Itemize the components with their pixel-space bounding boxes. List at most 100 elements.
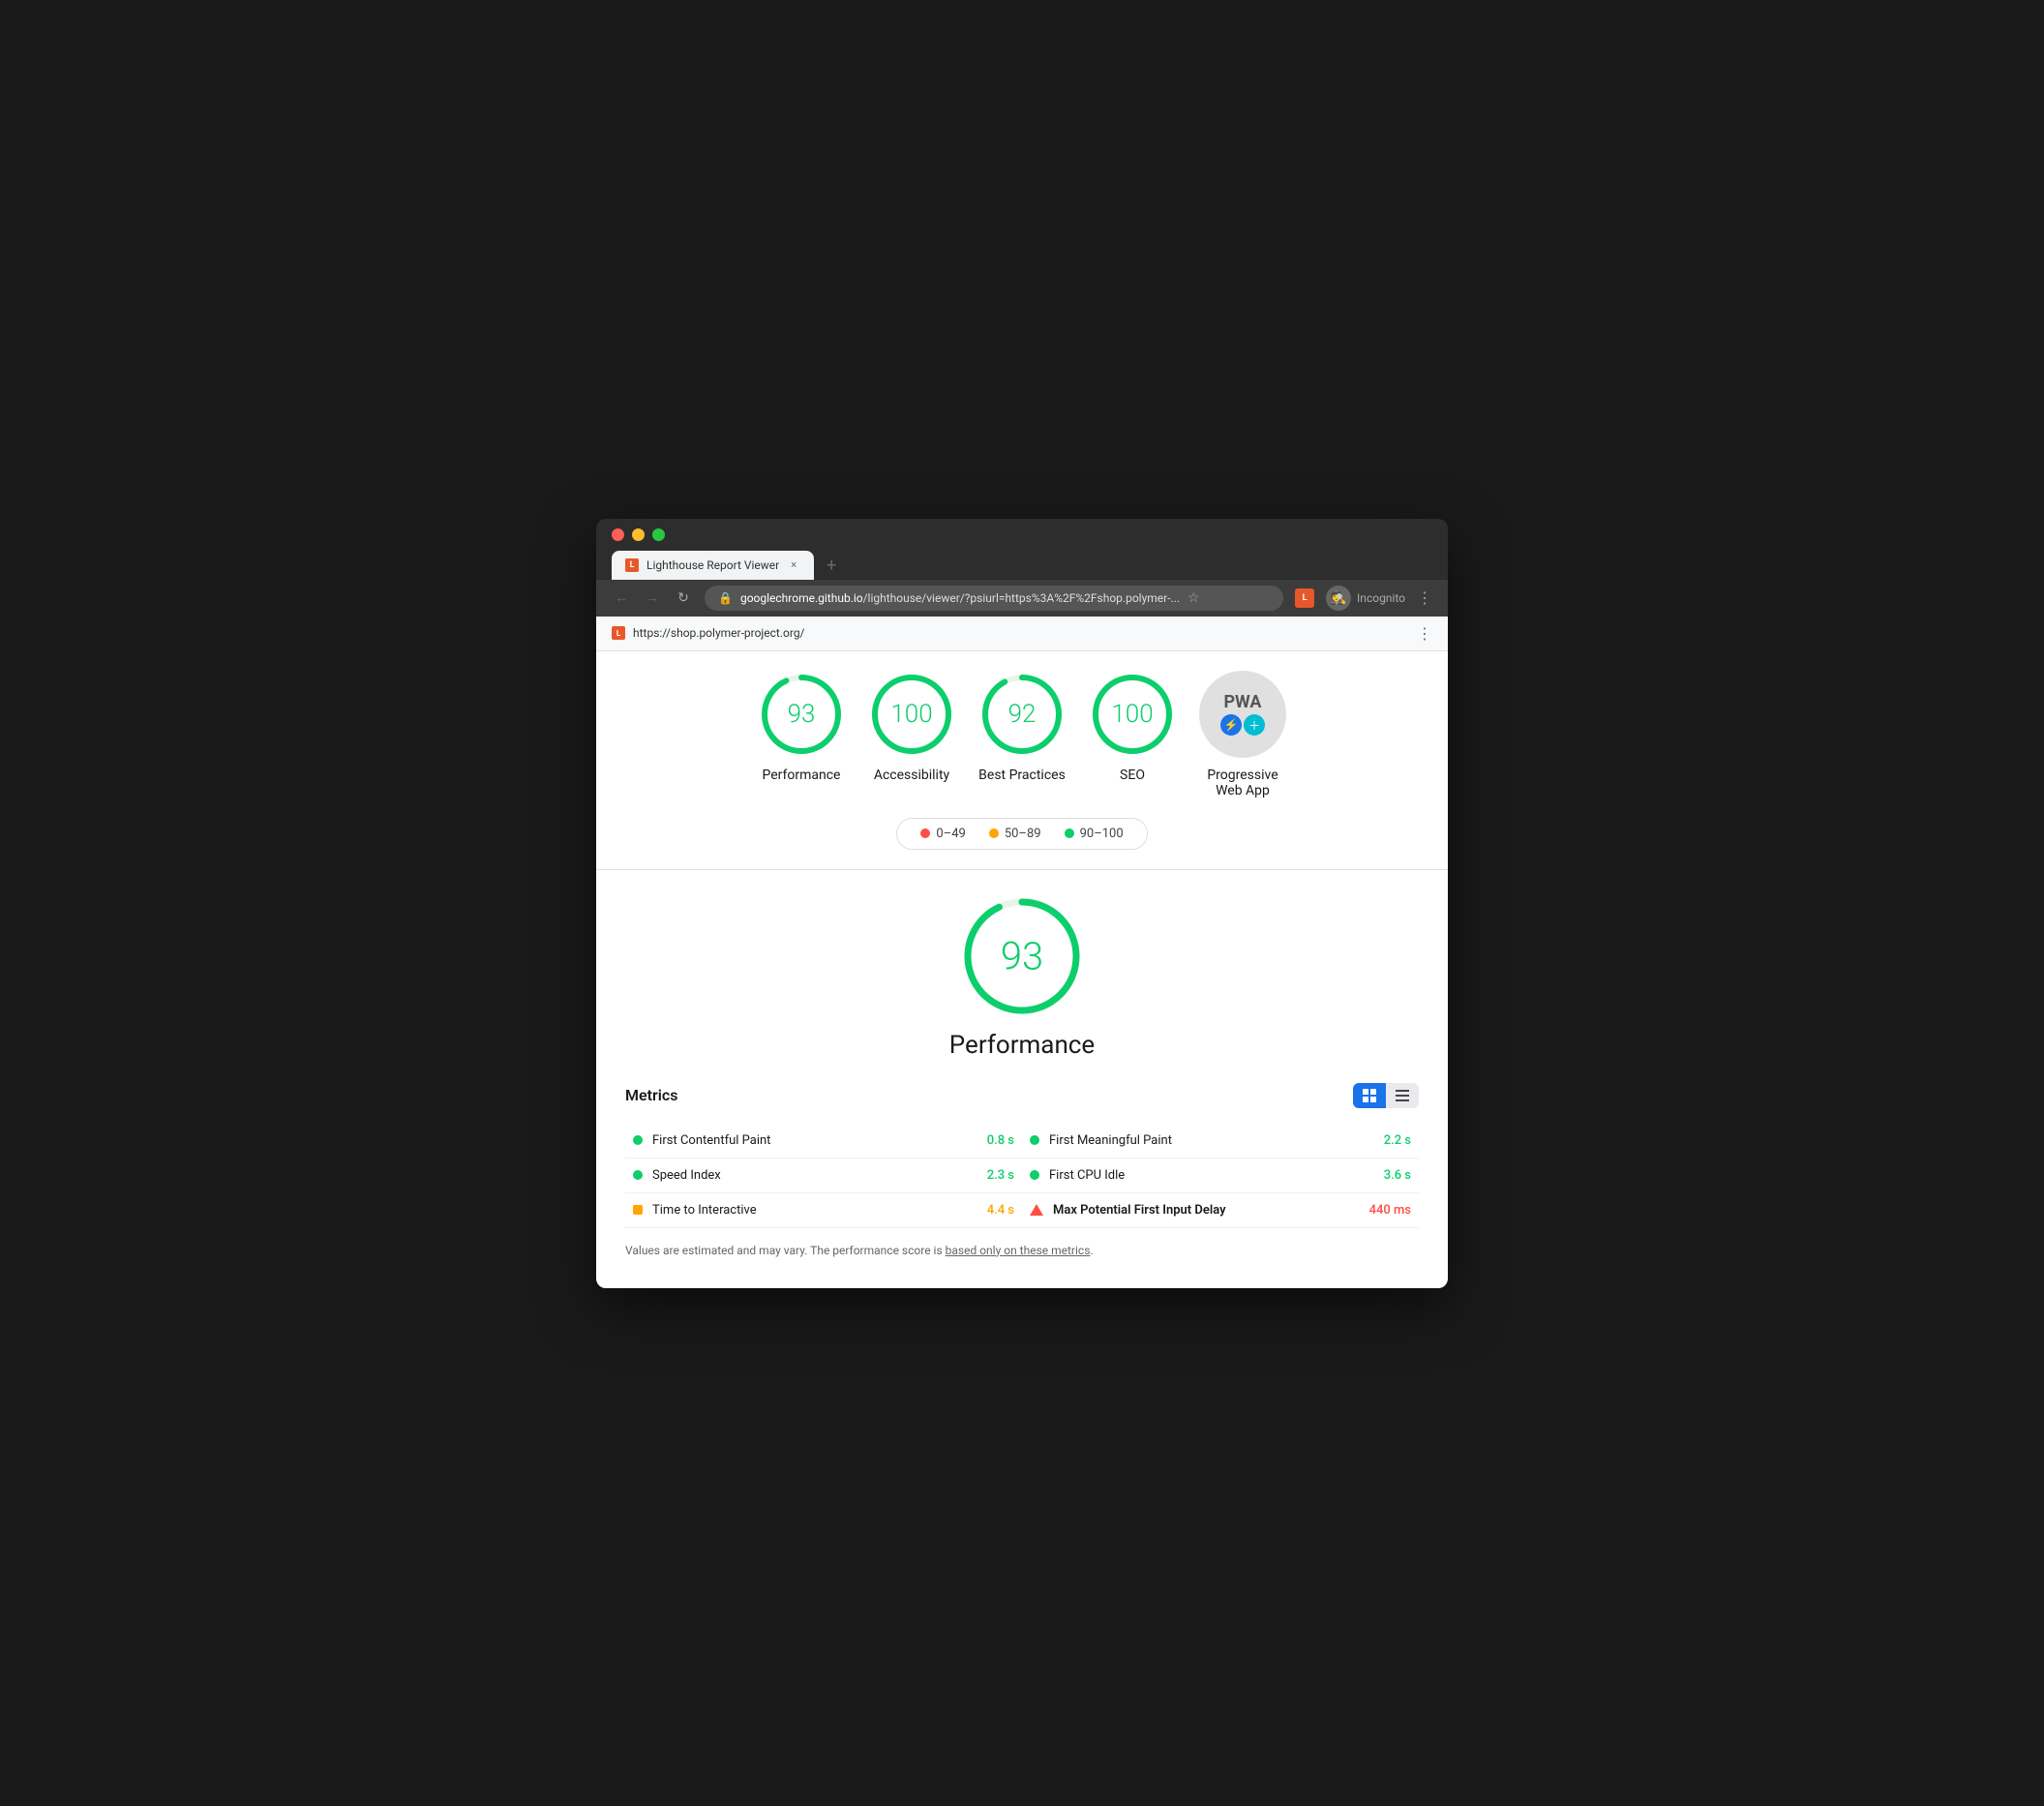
info-favicon: L <box>612 626 625 640</box>
score-item-pwa: PWA ⚡ ＋ ProgressiveWeb App <box>1199 671 1286 798</box>
metrics-row-1: First Contentful Paint 0.8 s First Meani… <box>625 1124 1419 1159</box>
chrome-menu-button[interactable]: ⋮ <box>1417 588 1432 607</box>
url-bar[interactable]: 🔒 googlechrome.github.io/lighthouse/view… <box>705 586 1283 611</box>
legend: 0–49 50–89 90–100 <box>625 818 1419 850</box>
extension-icon[interactable]: L <box>1295 588 1314 608</box>
close-button[interactable] <box>612 528 624 541</box>
score-circle-accessibility: 100 <box>868 671 955 758</box>
metric-cell-fmp: First Meaningful Paint 2.2 s <box>1022 1124 1419 1158</box>
pwa-icons-row: ⚡ ＋ <box>1220 714 1265 736</box>
bookmark-star-icon[interactable]: ☆ <box>1187 590 1200 606</box>
tti-value: 4.4 s <box>987 1203 1014 1218</box>
incognito-icon: 🕵 <box>1326 586 1351 611</box>
legend-dot-fail <box>920 828 930 838</box>
score-label-seo: SEO <box>1120 768 1145 783</box>
address-bar: ← → ↻ 🔒 googlechrome.github.io/lighthous… <box>596 580 1448 617</box>
fmp-indicator <box>1030 1135 1039 1145</box>
metric-cell-mpfid: Max Potential First Input Delay 440 ms <box>1022 1193 1419 1227</box>
score-circle-best-practices: 92 <box>978 671 1066 758</box>
legend-range-fail: 0–49 <box>936 827 965 841</box>
big-score-circle: 93 <box>959 893 1085 1019</box>
info-url: https://shop.polymer-project.org/ <box>633 626 1409 640</box>
metric-cell-fci: First CPU Idle 3.6 s <box>1022 1159 1419 1192</box>
view-toggle[interactable] <box>1353 1083 1419 1108</box>
traffic-lights <box>612 528 1432 541</box>
mpfid-name: Max Potential First Input Delay <box>1053 1203 1360 1218</box>
metric-cell-si: Speed Index 2.3 s <box>625 1159 1022 1192</box>
score-number-performance: 93 <box>788 700 816 729</box>
metric-cell-fcp: First Contentful Paint 0.8 s <box>625 1124 1022 1158</box>
score-item-best-practices: 92 Best Practices <box>978 671 1066 783</box>
legend-range-average: 50–89 <box>1005 827 1041 841</box>
info-bar: L https://shop.polymer-project.org/ ⋮ <box>596 617 1448 651</box>
browser-window: L Lighthouse Report Viewer × + ← → ↻ 🔒 g… <box>596 519 1448 1288</box>
score-number-accessibility: 100 <box>890 700 932 729</box>
pwa-badge: PWA ⚡ ＋ <box>1199 671 1286 758</box>
metrics-header: Metrics <box>625 1083 1419 1108</box>
legend-inner: 0–49 50–89 90–100 <box>896 818 1147 850</box>
fmp-name: First Meaningful Paint <box>1049 1133 1374 1148</box>
legend-range-pass: 90–100 <box>1080 827 1124 841</box>
metrics-label: Metrics <box>625 1086 677 1104</box>
fmp-value: 2.2 s <box>1384 1133 1411 1148</box>
incognito-area: 🕵 Incognito <box>1326 586 1405 611</box>
score-label-accessibility: Accessibility <box>874 768 949 783</box>
performance-title: Performance <box>949 1031 1095 1060</box>
pwa-icon-plus: ＋ <box>1244 714 1265 736</box>
section-divider <box>596 869 1448 870</box>
score-number-best-practices: 92 <box>1008 700 1037 729</box>
legend-dot-pass <box>1065 828 1074 838</box>
fci-indicator <box>1030 1170 1039 1180</box>
tti-indicator <box>633 1205 643 1215</box>
metrics-note: Values are estimated and may vary. The p… <box>625 1242 1419 1259</box>
active-tab[interactable]: L Lighthouse Report Viewer × <box>612 551 814 580</box>
url-text: googlechrome.github.io/lighthouse/viewer… <box>740 591 1180 605</box>
si-indicator <box>633 1170 643 1180</box>
scores-row: 93 Performance 100 Accessibility <box>625 671 1419 798</box>
si-value: 2.3 s <box>987 1168 1014 1183</box>
url-domain: googlechrome.github.io <box>740 591 863 605</box>
grid-view-button[interactable] <box>1353 1083 1386 1108</box>
si-name: Speed Index <box>652 1168 977 1183</box>
note-link[interactable]: based only on these metrics <box>946 1244 1091 1257</box>
mpfid-value: 440 ms <box>1369 1203 1411 1218</box>
tab-title: Lighthouse Report Viewer <box>646 558 779 572</box>
forward-button[interactable]: → <box>643 589 662 606</box>
metrics-row-3: Time to Interactive 4.4 s Max Potential … <box>625 1193 1419 1228</box>
titlebar: L Lighthouse Report Viewer × + <box>596 519 1448 580</box>
tab-favicon: L <box>625 558 639 572</box>
pwa-icon-lightning: ⚡ <box>1220 714 1242 736</box>
score-number-seo: 100 <box>1111 700 1153 729</box>
performance-section: 93 Performance <box>625 893 1419 1060</box>
big-score-number: 93 <box>1001 933 1043 978</box>
score-label-performance: Performance <box>763 768 841 783</box>
back-button[interactable]: ← <box>612 589 631 606</box>
minimize-button[interactable] <box>632 528 645 541</box>
url-path: /lighthouse/viewer/?psiurl=https%3A%2F%2… <box>863 591 1180 605</box>
incognito-label: Incognito <box>1357 591 1405 605</box>
score-item-seo: 100 SEO <box>1089 671 1176 783</box>
main-content: 93 Performance 100 Accessibility <box>596 651 1448 1288</box>
legend-item-pass: 90–100 <box>1065 827 1124 841</box>
score-label-pwa: ProgressiveWeb App <box>1207 768 1278 798</box>
pwa-text: PWA <box>1223 692 1261 712</box>
fcp-value: 0.8 s <box>987 1133 1014 1148</box>
fcp-name: First Contentful Paint <box>652 1133 977 1148</box>
tab-bar: L Lighthouse Report Viewer × + <box>612 551 1432 580</box>
tti-name: Time to Interactive <box>652 1203 977 1218</box>
new-tab-button[interactable]: + <box>818 553 845 580</box>
maximize-button[interactable] <box>652 528 665 541</box>
tab-close-button[interactable]: × <box>787 558 800 572</box>
score-item-accessibility: 100 Accessibility <box>868 671 955 783</box>
note-text: Values are estimated and may vary. The p… <box>625 1244 946 1257</box>
score-circle-seo: 100 <box>1089 671 1176 758</box>
lock-icon: 🔒 <box>718 591 733 605</box>
info-menu-button[interactable]: ⋮ <box>1417 624 1432 643</box>
reload-button[interactable]: ↻ <box>674 590 693 606</box>
score-label-best-practices: Best Practices <box>978 768 1066 783</box>
fci-name: First CPU Idle <box>1049 1168 1374 1183</box>
legend-item-fail: 0–49 <box>920 827 965 841</box>
list-view-button[interactable] <box>1386 1083 1419 1108</box>
score-item-performance: 93 Performance <box>758 671 845 783</box>
score-circle-performance: 93 <box>758 671 845 758</box>
